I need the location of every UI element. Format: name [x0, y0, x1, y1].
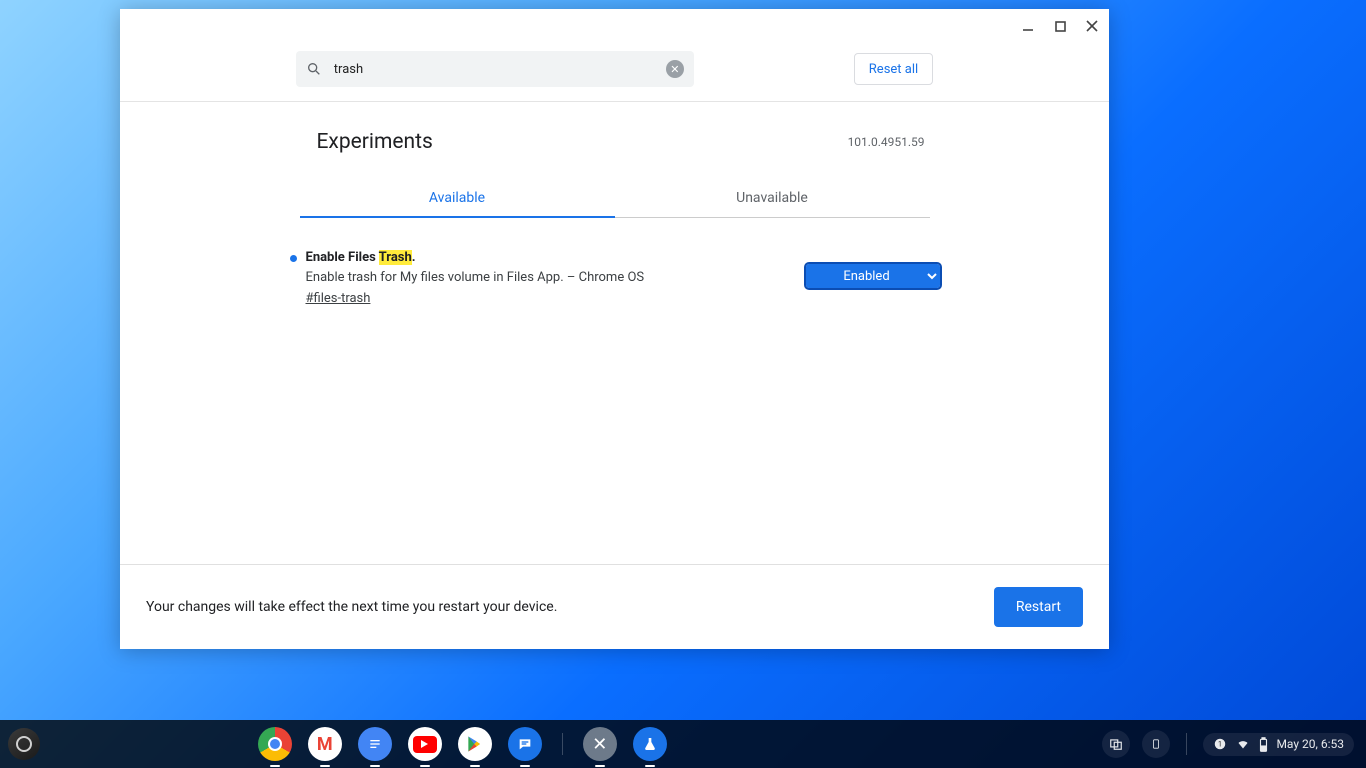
tab-bar: Available Unavailable	[300, 180, 930, 218]
tray-overview-icon[interactable]	[1102, 730, 1130, 758]
window-controls	[1019, 17, 1101, 35]
app-docs-icon[interactable]	[358, 727, 392, 761]
flag-text: Enable Files Trash. Enable trash for My …	[306, 250, 786, 306]
flag-title-highlight: Trash	[379, 250, 412, 265]
app-experiments-icon[interactable]	[633, 727, 667, 761]
flag-hash-link[interactable]: #files-trash	[306, 291, 371, 306]
flag-row: Enable Files Trash. Enable trash for My …	[290, 250, 940, 306]
close-icon[interactable]	[1083, 17, 1101, 35]
restart-bar: Your changes will take effect the next t…	[120, 564, 1109, 649]
modified-dot-icon	[290, 255, 297, 262]
tab-available[interactable]: Available	[300, 180, 615, 218]
status-area[interactable]: 1 May 20, 6:53	[1203, 733, 1354, 756]
flag-state-select[interactable]: Enabled	[806, 264, 940, 288]
search-input[interactable]	[296, 51, 694, 87]
launcher-button[interactable]	[8, 728, 40, 760]
shelf-apps: M ✕	[258, 727, 667, 761]
tray-phone-hub-icon[interactable]	[1142, 730, 1170, 758]
app-play-store-icon[interactable]	[458, 727, 492, 761]
app-gmail-icon[interactable]: M	[308, 727, 342, 761]
app-messages-icon[interactable]	[508, 727, 542, 761]
shelf-separator	[562, 733, 563, 755]
flags-window: ✕ Reset all Experiments 101.0.4951.59 Av…	[120, 9, 1109, 649]
svg-text:1: 1	[1218, 740, 1222, 748]
flag-title: Enable Files Trash.	[306, 250, 416, 265]
page-title: Experiments	[317, 130, 433, 154]
restart-message: Your changes will take effect the next t…	[146, 599, 557, 615]
battery-icon	[1259, 737, 1268, 752]
top-toolbar: ✕ Reset all	[120, 9, 1109, 102]
restart-button[interactable]: Restart	[994, 587, 1083, 627]
tray-separator	[1186, 733, 1187, 755]
maximize-icon[interactable]	[1051, 17, 1069, 35]
notification-badge-icon: 1	[1213, 737, 1227, 751]
flag-title-prefix: Enable Files	[306, 250, 379, 265]
tray-time: May 20, 6:53	[1276, 737, 1344, 751]
shelf: M ✕ 1	[0, 720, 1366, 768]
search-icon	[306, 61, 322, 77]
app-utility-icon[interactable]: ✕	[583, 727, 617, 761]
reset-all-button[interactable]: Reset all	[854, 53, 933, 85]
flag-title-suffix: .	[412, 250, 416, 265]
search-wrapper: ✕	[296, 51, 694, 87]
system-tray: 1 May 20, 6:53	[1102, 730, 1366, 758]
minimize-icon[interactable]	[1019, 17, 1037, 35]
flag-description: Enable trash for My files volume in File…	[306, 269, 786, 287]
wifi-icon	[1235, 738, 1251, 750]
page-headline: Experiments 101.0.4951.59	[305, 130, 925, 154]
tab-unavailable[interactable]: Unavailable	[615, 180, 930, 217]
app-youtube-icon[interactable]	[408, 727, 442, 761]
app-chrome-icon[interactable]	[258, 727, 292, 761]
clear-search-icon[interactable]: ✕	[666, 60, 684, 78]
version-label: 101.0.4951.59	[848, 135, 925, 149]
